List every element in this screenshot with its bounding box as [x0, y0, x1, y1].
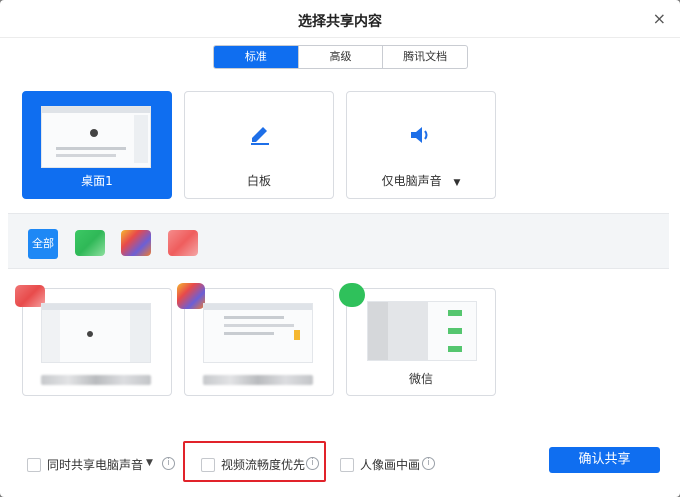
app-filter-strip: 全部: [8, 213, 669, 269]
share-audio-label: 同时共享电脑声音: [47, 458, 144, 472]
app-filter-icon-green[interactable]: [75, 230, 105, 256]
share-audio-checkbox[interactable]: [27, 458, 41, 472]
close-icon[interactable]: ×: [653, 9, 666, 28]
window-thumbnail-2[interactable]: [177, 283, 334, 396]
window-title-wechat: 微信: [408, 372, 433, 386]
window-preview-wechat: [367, 301, 477, 361]
window-thumbnail-wechat[interactable]: 微信: [339, 283, 496, 396]
pip-checkbox[interactable]: [340, 458, 354, 472]
desktop-preview-icon: [42, 107, 150, 163]
window-title-2-blurred: [203, 375, 313, 385]
pip-label: 人像画中画: [360, 458, 421, 472]
app-filter-icon-red[interactable]: [168, 230, 198, 256]
pen-icon: [251, 127, 269, 145]
tab-tencent-docs[interactable]: 腾讯文档: [383, 46, 467, 68]
highlight-box: [183, 441, 326, 482]
speaker-icon: [411, 127, 428, 143]
audio-only-text: 仅电脑声音: [381, 174, 442, 188]
info-icon[interactable]: i: [422, 457, 435, 470]
window-title-1-blurred: [41, 375, 151, 385]
confirm-share-button[interactable]: 确认共享: [549, 447, 660, 473]
share-audio-only-card[interactable]: 仅电脑声音 ▼: [346, 91, 496, 199]
share-whiteboard-card[interactable]: 白板: [184, 91, 334, 199]
tab-standard[interactable]: 标准: [214, 46, 299, 68]
window-thumbnail-1[interactable]: [15, 285, 172, 396]
app-filter-icon-multicolor[interactable]: [121, 230, 151, 256]
window-preview-2: [203, 303, 313, 363]
share-whiteboard-label: 白板: [246, 174, 271, 188]
window-preview-1-icon: [42, 304, 150, 362]
share-audio-only-label: 仅电脑声音 ▼: [347, 172, 495, 189]
share-dialog: 选择共享内容 × 标准 高级 腾讯文档 桌面1 白板 仅电脑声音 ▼ 全部 微信…: [0, 0, 680, 497]
title-bar: 选择共享内容 ×: [0, 0, 680, 38]
wechat-preview-icon: [368, 302, 462, 360]
chevron-down-icon[interactable]: ▼: [453, 178, 460, 188]
window-preview-2-icon: [204, 304, 312, 340]
desktop-thumbnail: [41, 106, 151, 168]
chevron-down-icon[interactable]: ▼: [146, 458, 153, 468]
share-desktop-card[interactable]: 桌面1: [22, 91, 172, 199]
share-mode-tabs: 标准 高级 腾讯文档: [213, 45, 468, 69]
info-icon[interactable]: i: [162, 457, 175, 470]
tab-advanced[interactable]: 高级: [299, 46, 384, 68]
wechat-icon: [339, 283, 365, 307]
share-desktop-label: 桌面1: [81, 174, 113, 188]
filter-all-button[interactable]: 全部: [28, 229, 58, 259]
dialog-title: 选择共享内容: [298, 14, 382, 30]
app-icon-multicolor: [177, 283, 205, 309]
window-preview-1: [41, 303, 151, 363]
